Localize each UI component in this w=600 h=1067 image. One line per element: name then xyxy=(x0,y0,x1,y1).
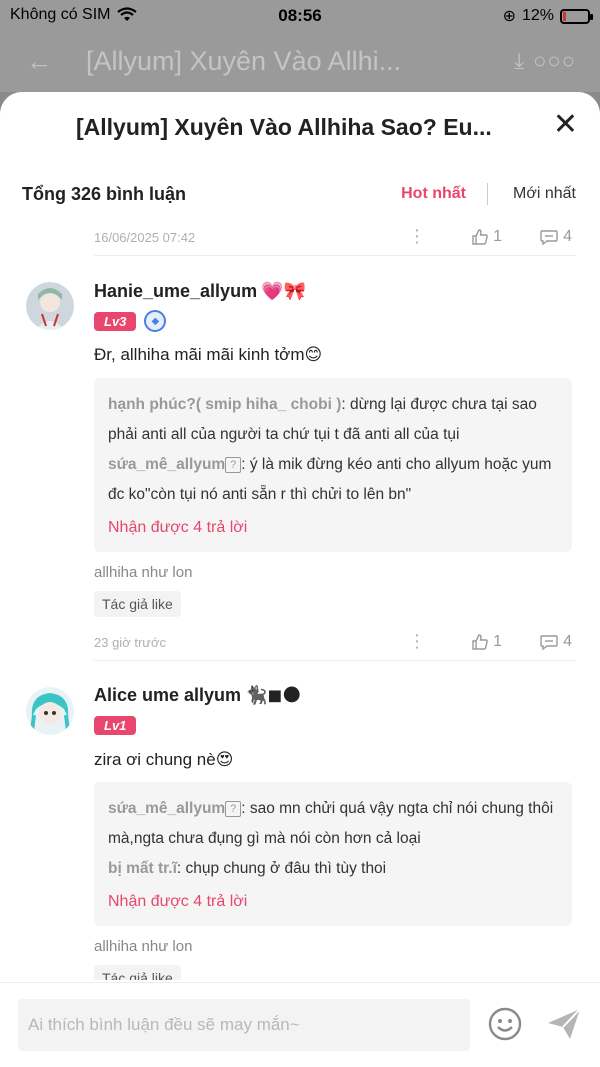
reply-button[interactable]: 4 xyxy=(539,228,572,246)
more-icon[interactable]: ○○○ xyxy=(533,48,576,74)
comment-username[interactable]: Hanie_ume_allyum xyxy=(94,281,257,302)
background-title: [Allyum] Xuyên Vào Allhi... xyxy=(86,46,402,76)
battery-icon xyxy=(560,8,593,24)
reply-username[interactable]: sứa_mê_allyum xyxy=(108,456,225,473)
like-count: 1 xyxy=(493,632,502,650)
comment-input-bar xyxy=(0,982,600,1067)
reply-line: hạnh phúc?( smip hiha_ chobi ): dừng lại… xyxy=(108,390,558,450)
level-badge: Lv3 xyxy=(94,311,137,331)
like-icon xyxy=(472,229,488,245)
total-comments: Tổng 326 bình luận xyxy=(22,184,187,204)
download-icon[interactable]: ⤓ xyxy=(514,48,524,74)
avatar[interactable] xyxy=(26,282,74,330)
comment-username-row: Hanie_ume_allyum 💗🎀 xyxy=(94,278,572,304)
comment-text: Đr, allhiha mãi mãi kinh tởm😊 xyxy=(94,345,323,364)
reply-preview[interactable]: sứa_mê_allyum?: sao mn chửi quá vậy ngta… xyxy=(94,782,572,926)
reply-username[interactable]: bị mất tr.ĩ xyxy=(108,860,177,877)
username-emojis: 💗🎀 xyxy=(261,280,306,301)
reply-count: 4 xyxy=(563,632,572,650)
reply-username[interactable]: sứa_mê_allyum xyxy=(108,800,225,817)
reply-line: sứa_mê_allyum?: sao mn chửi quá vậy ngta… xyxy=(108,794,558,854)
view-more-replies[interactable]: Nhận được 4 trả lời xyxy=(108,516,558,540)
comments-sheet: [Allyum] Xuyên Vào Allhiha Sao? Eu... ✕ … xyxy=(0,92,600,1067)
comment-more-icon[interactable]: ⋮ xyxy=(408,631,426,652)
reply-preview[interactable]: hạnh phúc?( smip hiha_ chobi ): dừng lại… xyxy=(94,377,572,552)
badges: Lv3 ◆ xyxy=(94,310,572,332)
send-icon[interactable] xyxy=(546,1007,582,1041)
comment-username-row: Alice ume allyum 🐈‍⬛◼︎🌑 xyxy=(94,683,572,709)
comment-more-icon[interactable]: ⋮ xyxy=(408,226,426,247)
orientation-lock-icon: ⊕ xyxy=(502,8,516,25)
level-badge: Lv1 xyxy=(94,716,137,735)
book-note: allhiha như lon xyxy=(94,938,193,955)
comment-date: 23 giờ trước xyxy=(94,634,166,650)
comment-item: Hanie_ume_allyum 💗🎀 Lv3 ◆ Đr, allhiha mã… xyxy=(0,256,600,661)
sheet-title: [Allyum] Xuyên Vào Allhiha Sao? Eu... xyxy=(76,114,492,140)
comment-list[interactable]: 16/06/2025 07:42 ⋮ 1 4 Hanie_ume_allyum … xyxy=(0,220,600,980)
author-like-tag: Tác giả like xyxy=(94,965,181,980)
question-badge-icon: ? xyxy=(225,456,242,473)
reply-line: sứa_mê_allyum?: ý là mik đừng kéo anti c… xyxy=(108,450,558,510)
like-count: 1 xyxy=(493,228,502,245)
reply-line: bị mất tr.ĩ: chụp chung ở đâu thì tùy th… xyxy=(108,854,558,884)
like-button[interactable]: 1 xyxy=(471,228,502,246)
reply-button[interactable]: 4 xyxy=(539,633,572,651)
reply-count: 4 xyxy=(563,228,572,245)
back-arrow-icon[interactable]: ← xyxy=(26,46,52,77)
reply-icon xyxy=(540,230,558,246)
reply-icon xyxy=(540,634,558,650)
author-like-tag: Tác giả like xyxy=(94,590,181,617)
question-badge-icon: ? xyxy=(225,801,242,817)
sort-divider xyxy=(487,183,488,205)
sort-new-tab[interactable]: Mới nhất xyxy=(513,185,576,203)
reply-username[interactable]: hạnh phúc?( smip hiha_ chobi ) xyxy=(108,396,341,413)
avatar-image xyxy=(26,686,74,735)
status-right: ⊕ 12% xyxy=(502,6,593,26)
avatar[interactable] xyxy=(26,686,74,735)
comment-text: zira ơi chung nè😍 xyxy=(94,749,234,769)
comment-input[interactable] xyxy=(18,999,470,1051)
like-button[interactable]: 1 xyxy=(471,633,502,651)
comment-item: Alice ume allyum 🐈‍⬛◼︎🌑 Lv1 zira ơi chun… xyxy=(0,661,600,980)
comment-meta: 23 giờ trước ⋮ 1 4 xyxy=(94,625,576,661)
close-icon[interactable]: ✕ xyxy=(553,110,578,140)
comment-meta: 16/06/2025 07:42 ⋮ 1 4 xyxy=(94,220,576,256)
medal-icon: ◆ xyxy=(144,310,167,332)
sort-row: Tổng 326 bình luận Hot nhất Mới nhất xyxy=(0,180,600,214)
sort-hot-tab[interactable]: Hot nhất xyxy=(401,185,466,203)
comment-username[interactable]: Alice ume allyum xyxy=(94,685,241,706)
avatar-image xyxy=(26,282,74,330)
reply-text: : chụp chung ở đâu thì tùy thoi xyxy=(176,860,387,877)
status-bar: Không có SIM 08:56 ⊕ 12% xyxy=(0,0,600,32)
view-more-replies[interactable]: Nhận được 4 trả lời xyxy=(108,890,558,914)
book-note: allhiha như lon xyxy=(94,563,193,581)
badges: Lv1 xyxy=(94,715,572,737)
background-header: ← [Allyum] Xuyên Vào Allhi... ⤓ ○○○ xyxy=(0,32,600,92)
comment-date: 16/06/2025 07:42 xyxy=(94,230,196,245)
emoji-icon[interactable] xyxy=(488,1007,522,1041)
like-icon xyxy=(472,633,488,650)
battery-percent: 12% xyxy=(521,7,554,24)
username-emojis: 🐈‍⬛◼︎🌑 xyxy=(245,685,302,705)
